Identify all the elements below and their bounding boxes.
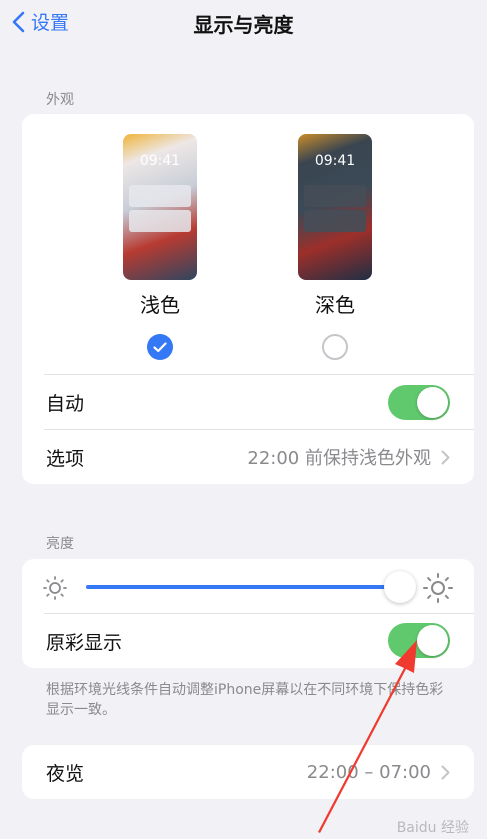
annotation-arrow-icon	[318, 640, 417, 833]
watermark: Baidu 经验	[396, 820, 469, 836]
